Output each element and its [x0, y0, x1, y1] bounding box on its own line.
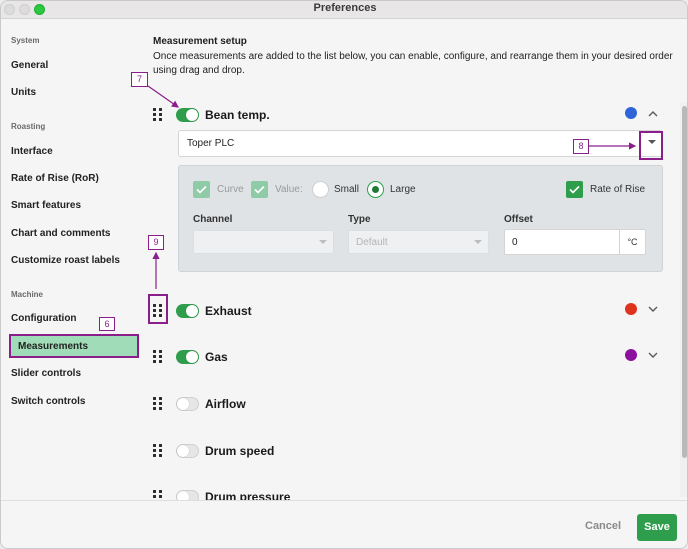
footer-bar: Cancel Save	[1, 500, 687, 548]
annotation-label-8: 8	[573, 139, 589, 154]
annotation-highlight-dropdown	[639, 131, 663, 160]
cancel-button[interactable]: Cancel	[585, 520, 621, 532]
annotation-highlight-drag-handle	[148, 294, 168, 324]
save-button[interactable]: Save	[637, 514, 677, 541]
preferences-window: Preferences System General Units Roastin…	[0, 0, 688, 549]
annotation-label-6: 6	[99, 317, 115, 331]
annotation-label-9: 9	[148, 235, 164, 250]
annotation-label-7: 7	[131, 72, 148, 87]
annotation-arrows	[147, 85, 637, 289]
